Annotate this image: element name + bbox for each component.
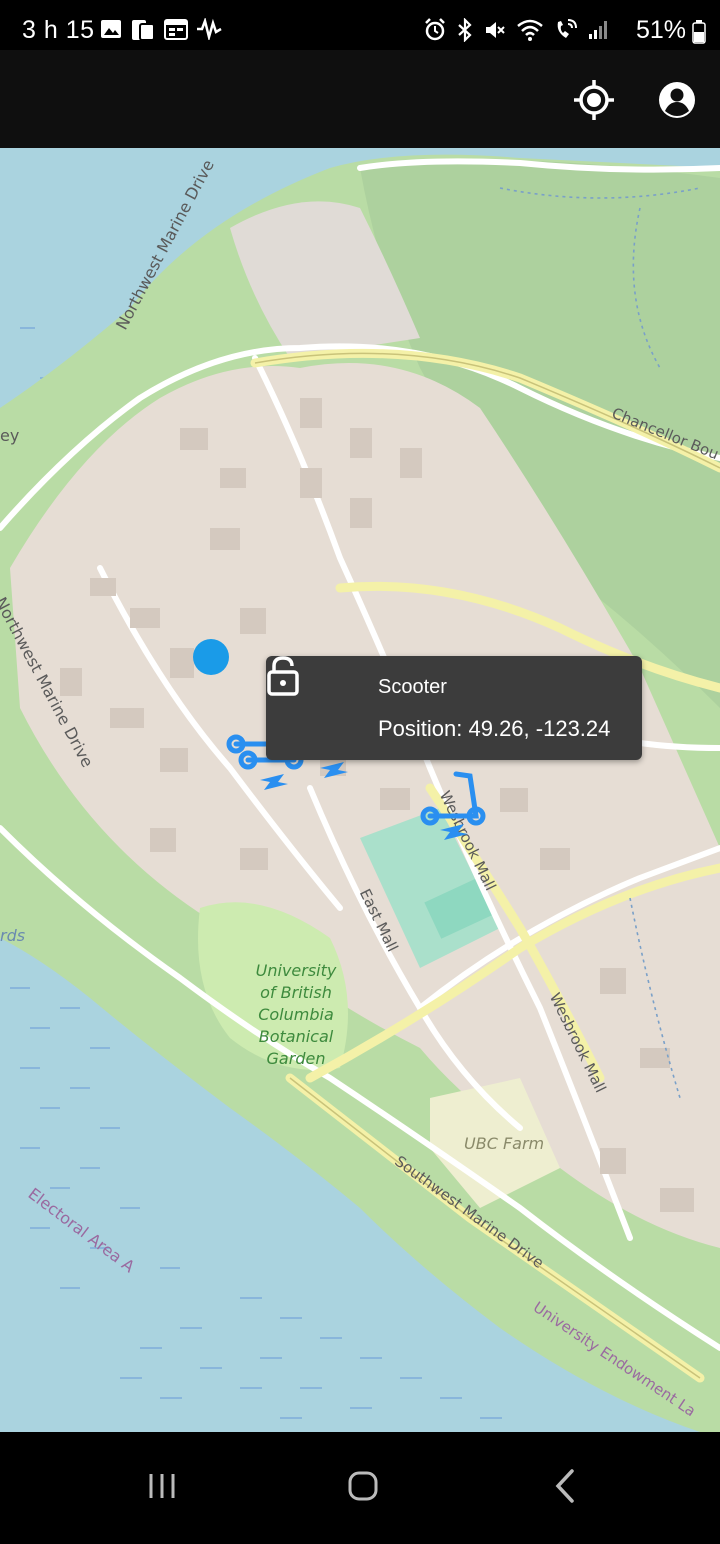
back-button[interactable] bbox=[535, 1464, 595, 1508]
system-nav-bar bbox=[0, 1432, 720, 1544]
scooter-tooltip[interactable]: Scooter Position: 49.26, -123.24 bbox=[266, 656, 642, 760]
recents-button[interactable] bbox=[132, 1464, 192, 1508]
wifi-icon bbox=[517, 19, 543, 41]
battery-icon bbox=[692, 20, 706, 44]
back-icon bbox=[555, 1469, 574, 1503]
recents-icon bbox=[149, 1474, 175, 1498]
charging-icon bbox=[260, 774, 288, 790]
alarm-icon bbox=[425, 18, 445, 41]
image-icon bbox=[101, 20, 121, 38]
wifi-call-icon bbox=[557, 19, 577, 38]
sim-card-icon bbox=[132, 20, 155, 41]
app-bar bbox=[0, 50, 720, 148]
home-button[interactable] bbox=[333, 1464, 393, 1508]
bluetooth-icon bbox=[458, 18, 472, 42]
battery-percent: 51% bbox=[635, 16, 686, 44]
account-button[interactable] bbox=[654, 77, 700, 123]
map-view[interactable]: Northwest Marine Drive Northwest Marine … bbox=[0, 148, 720, 1432]
account-circle-icon bbox=[659, 82, 695, 118]
calendar-icon bbox=[164, 19, 188, 40]
activity-icon bbox=[197, 18, 222, 40]
status-right-icons bbox=[424, 18, 610, 42]
my-location-icon bbox=[574, 80, 614, 120]
status-left-icons bbox=[100, 18, 222, 42]
mute-icon bbox=[486, 22, 505, 38]
tooltip-position: Position: 49.26, -123.24 bbox=[378, 716, 611, 741]
map-label-edge-ey: ey bbox=[0, 426, 20, 445]
scooter-marker[interactable] bbox=[418, 768, 492, 848]
user-location-marker[interactable] bbox=[192, 638, 230, 676]
home-icon bbox=[348, 1471, 378, 1501]
tooltip-title: Scooter bbox=[378, 676, 447, 698]
lock-open-icon bbox=[267, 656, 299, 696]
status-time: 3 h 15 bbox=[22, 16, 95, 44]
signal-icon bbox=[589, 21, 607, 39]
map-label-ubc-farm: UBC Farm bbox=[464, 1134, 545, 1153]
map-label-edge-rds: rds bbox=[0, 926, 26, 945]
map-label-botanical-garden: University of British Columbia Botanical… bbox=[255, 961, 337, 1068]
my-location-button[interactable] bbox=[571, 77, 617, 123]
